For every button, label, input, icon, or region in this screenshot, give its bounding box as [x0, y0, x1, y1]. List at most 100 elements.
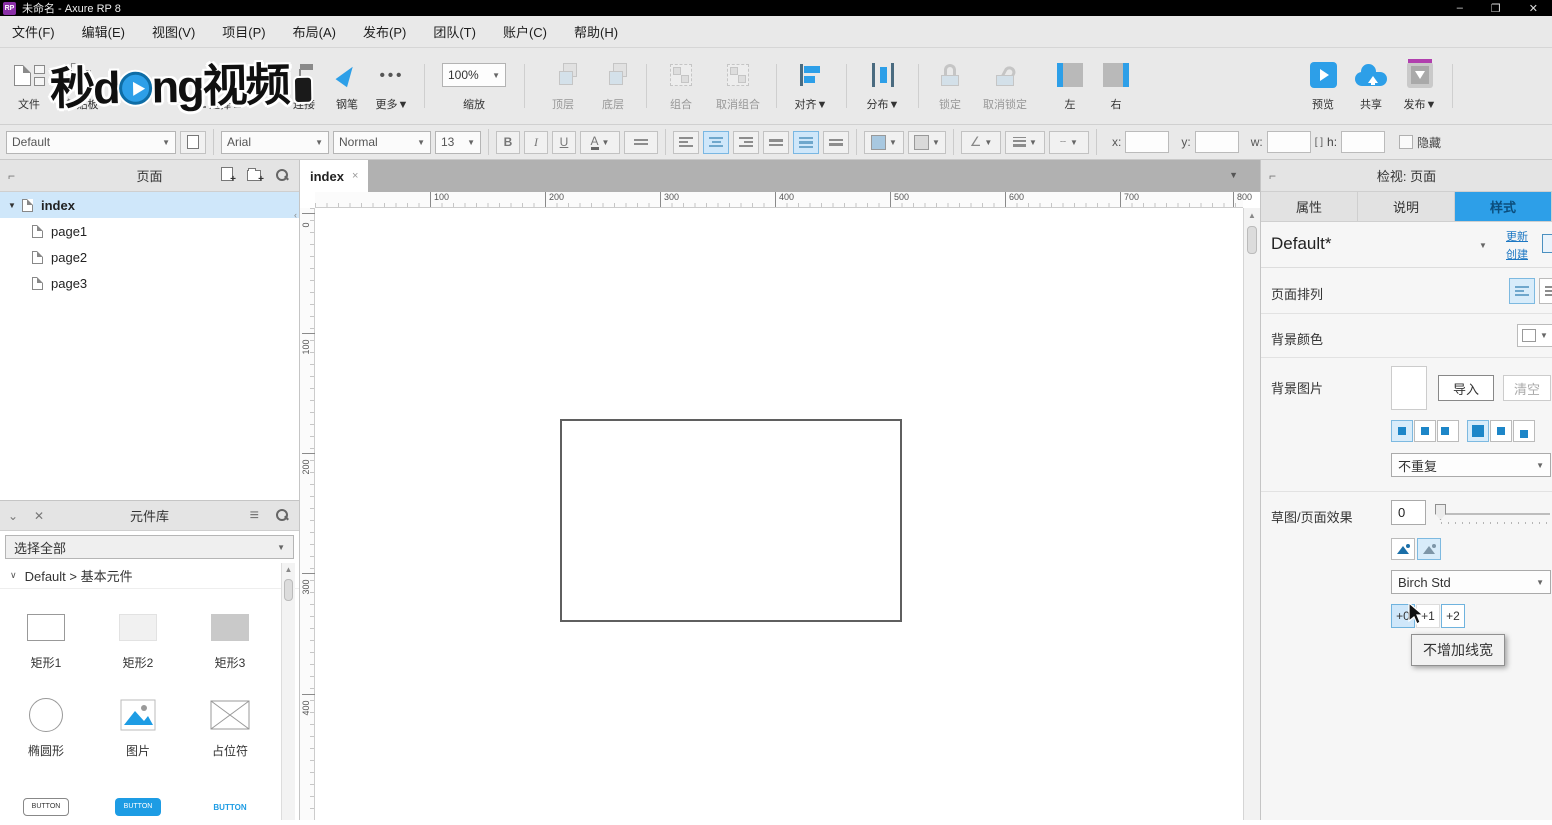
bg-align-top-left-button[interactable] — [1391, 420, 1413, 442]
arrange-left-button[interactable] — [1509, 278, 1535, 304]
font-style-select[interactable]: Normal ▼ — [333, 130, 431, 154]
hide-checkbox[interactable] — [1399, 135, 1414, 149]
left-panel-toggle[interactable]: 左 — [1048, 58, 1092, 112]
y-input[interactable] — [1194, 131, 1239, 153]
close-button[interactable]: ✕ — [1529, 2, 1538, 15]
more-tool[interactable]: ••• 更多▼ — [369, 58, 415, 112]
widget-rect3[interactable]: 矩形3 — [184, 609, 276, 671]
share-tool[interactable]: 共享 — [1348, 58, 1394, 112]
bg-align-bottom-center-button[interactable] — [1490, 420, 1512, 442]
tab-index[interactable]: index × — [300, 160, 369, 192]
bold-button[interactable]: B — [496, 130, 520, 154]
menu-account[interactable]: 账户(C) — [503, 22, 547, 41]
sketch-slider-thumb[interactable] — [1435, 504, 1446, 520]
menu-file[interactable]: 文件(F) — [12, 22, 55, 41]
expander-icon[interactable]: ▼ — [8, 201, 18, 210]
sketch-value-input[interactable] — [1391, 500, 1426, 525]
align-left-button[interactable] — [673, 130, 699, 154]
sketch-slider-track[interactable] — [1438, 513, 1550, 515]
tab-list-icon[interactable]: ▼ — [1229, 170, 1238, 180]
page-tree-item-page1[interactable]: page1 — [0, 218, 299, 244]
send-back-tool[interactable]: 底层 — [590, 58, 636, 112]
color-effect-button[interactable] — [1391, 538, 1415, 560]
library-scrollbar[interactable]: ▲ — [281, 563, 295, 820]
search-icon[interactable] — [276, 168, 288, 183]
lock-tool[interactable]: 锁定 — [928, 58, 972, 112]
clear-button[interactable]: 清空 — [1503, 375, 1551, 401]
valign-middle-button[interactable] — [793, 130, 819, 154]
menu-icon[interactable]: ≡ — [250, 507, 259, 525]
widget-placeholder[interactable]: 占位符 — [184, 697, 276, 759]
zoom-select[interactable]: 100% ▼ — [442, 63, 506, 87]
widget-image[interactable]: 图片 — [92, 697, 184, 759]
sketch-font-select[interactable]: Birch Std ▼ — [1391, 570, 1551, 594]
group-tool[interactable]: 组合 — [658, 58, 704, 112]
fill-color-button[interactable]: ▼ — [864, 130, 904, 154]
bg-align-top-right-button[interactable] — [1437, 420, 1459, 442]
panel-resize-handle[interactable]: ‹ — [294, 210, 297, 220]
publish-tool[interactable]: 发布▼ — [1396, 58, 1444, 112]
h-input[interactable] — [1341, 131, 1386, 153]
unlock-tool[interactable]: 取消锁定 — [972, 58, 1038, 112]
menu-help[interactable]: 帮助(H) — [574, 22, 618, 41]
menu-team[interactable]: 团队(T) — [433, 22, 476, 41]
scrollbar-thumb[interactable] — [1247, 226, 1257, 254]
copy-style-icon[interactable] — [1542, 234, 1552, 253]
menu-edit[interactable]: 编辑(E) — [82, 22, 125, 41]
bring-front-tool[interactable]: 顶层 — [540, 58, 586, 112]
scrollbar-thumb[interactable] — [284, 579, 293, 601]
border-style-button[interactable]: ┄ ▼ — [1049, 130, 1089, 154]
maximize-button[interactable]: ❐ — [1491, 2, 1501, 15]
align-right-button[interactable] — [733, 130, 759, 154]
minimize-button[interactable]: – — [1457, 2, 1463, 15]
create-style-link[interactable]: 创建 — [1506, 246, 1528, 262]
close-panel-icon[interactable]: ✕ — [34, 509, 44, 523]
line-spacing-button[interactable] — [624, 130, 658, 154]
bg-align-top-center-button[interactable] — [1414, 420, 1436, 442]
border-width-button[interactable]: ▼ — [1005, 130, 1045, 154]
valign-bottom-button[interactable] — [823, 130, 849, 154]
font-family-select[interactable]: Arial ▼ — [221, 130, 329, 154]
add-page-icon[interactable] — [221, 167, 236, 185]
ungroup-tool[interactable]: 取消组合 — [706, 58, 770, 112]
menu-view[interactable]: 视图(V) — [152, 22, 195, 41]
search-icon[interactable] — [276, 508, 288, 523]
canvas-scrollbar[interactable]: ▲ — [1243, 208, 1260, 820]
preview-tool[interactable]: 预览 — [1300, 58, 1346, 112]
chevron-down-icon[interactable]: ▼ — [1479, 241, 1487, 250]
tab-notes[interactable]: 说明 — [1358, 192, 1455, 221]
format-painter-button[interactable] — [180, 130, 206, 154]
link-wh-icon[interactable]: [ ] — [1315, 137, 1323, 148]
page-tree-item-page3[interactable]: page3 — [0, 270, 299, 296]
underline-button[interactable]: U — [552, 130, 576, 154]
linewidth-plus2-button[interactable]: +2 — [1441, 604, 1465, 628]
dock-icon[interactable]: ⌄ — [8, 509, 18, 523]
menu-project[interactable]: 项目(P) — [222, 22, 265, 41]
widget-rect1[interactable]: 矩形1 — [0, 609, 92, 671]
import-button[interactable]: 导入 — [1438, 375, 1494, 401]
opacity-button[interactable]: ▼ — [908, 130, 946, 154]
font-size-select[interactable]: 13 ▼ — [435, 130, 481, 154]
collapse-panel-icon[interactable]: ⌐ — [1269, 169, 1276, 183]
collapse-panel-icon[interactable]: ⌐ — [8, 169, 15, 183]
italic-button[interactable]: I — [524, 130, 548, 154]
bg-align-bottom-right-button[interactable] — [1513, 420, 1535, 442]
bg-color-picker[interactable]: ▼ — [1517, 324, 1552, 347]
scroll-up-icon[interactable]: ▲ — [1244, 208, 1260, 223]
bg-repeat-select[interactable]: 不重复 ▼ — [1391, 453, 1551, 477]
update-style-link[interactable]: 更新 — [1506, 228, 1528, 244]
add-folder-icon[interactable] — [247, 167, 264, 185]
style-name[interactable]: Default* — [1271, 234, 1331, 254]
menu-publish[interactable]: 发布(P) — [363, 22, 406, 41]
file-tool[interactable]: 文件 — [5, 58, 53, 112]
right-panel-toggle[interactable]: 右 — [1094, 58, 1138, 112]
menu-layout[interactable]: 布局(A) — [293, 22, 336, 41]
page-tree-item-page2[interactable]: page2 — [0, 244, 299, 270]
widget-rect2[interactable]: 矩形2 — [92, 609, 184, 671]
align-center-button[interactable] — [703, 130, 729, 154]
valign-top-button[interactable] — [763, 130, 789, 154]
library-section-header[interactable]: ∨ Default > 基本元件 — [0, 563, 299, 589]
gray-effect-button[interactable] — [1417, 538, 1441, 560]
widget-ellipse[interactable]: 椭圆形 — [0, 697, 92, 759]
font-color-button[interactable]: A ▼ — [580, 130, 620, 154]
